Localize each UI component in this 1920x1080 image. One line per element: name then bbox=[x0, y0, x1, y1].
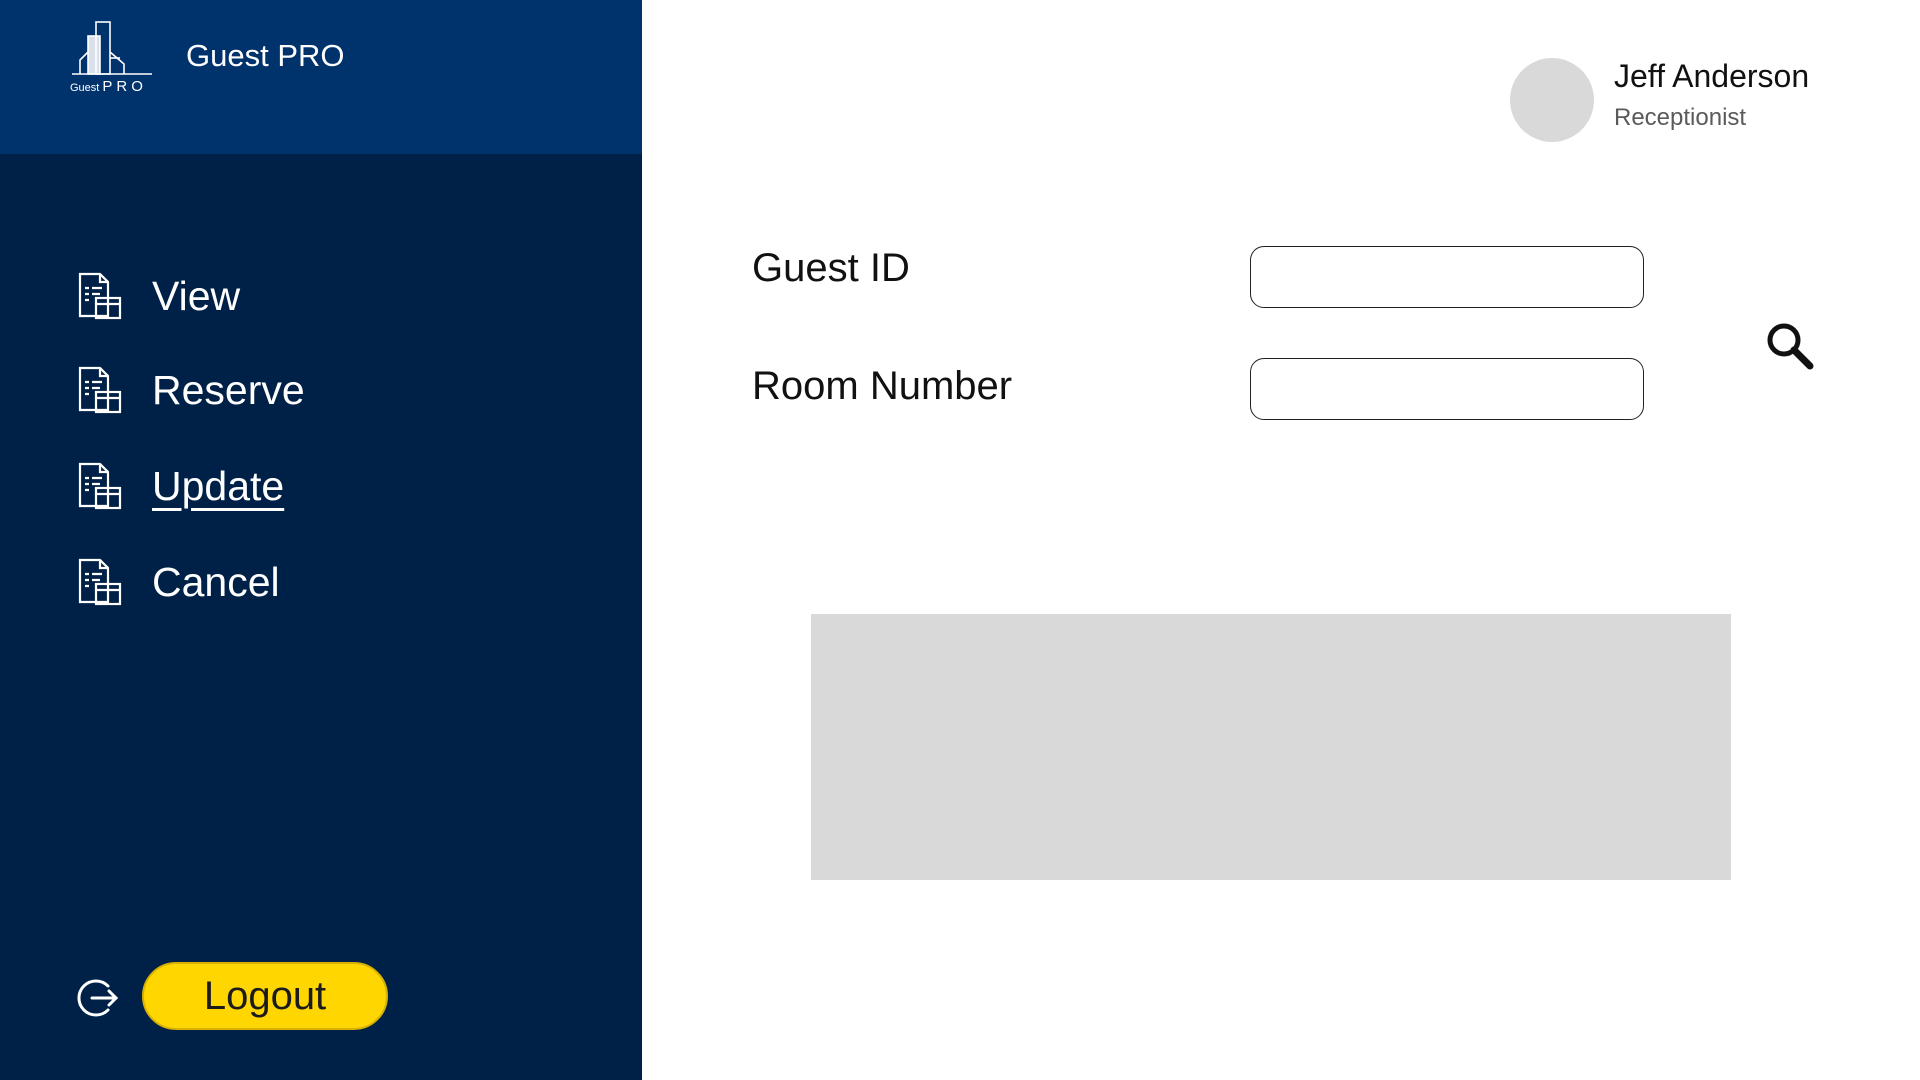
results-panel bbox=[811, 614, 1731, 880]
sidebar-item-label: Reserve bbox=[152, 366, 305, 413]
search-icon[interactable] bbox=[1762, 318, 1818, 374]
room-number-input[interactable] bbox=[1250, 358, 1644, 420]
document-calendar-icon bbox=[74, 270, 126, 322]
document-calendar-icon bbox=[74, 364, 126, 416]
sidebar-item-update[interactable]: Update bbox=[74, 458, 534, 514]
sidebar-item-label: Update bbox=[152, 462, 285, 509]
logo-wordmark: Guest PRO bbox=[70, 78, 147, 95]
sidebar-item-reserve[interactable]: Reserve bbox=[74, 362, 534, 418]
user-name: Jeff Anderson bbox=[1614, 58, 1810, 94]
document-calendar-icon bbox=[74, 556, 126, 608]
document-calendar-icon bbox=[74, 460, 126, 512]
sidebar-item-cancel[interactable]: Cancel bbox=[74, 554, 534, 610]
user-role: Receptionist bbox=[1614, 104, 1747, 131]
logout-icon[interactable] bbox=[76, 976, 120, 1020]
sidebar-item-label: View bbox=[152, 272, 241, 319]
guest-id-input[interactable] bbox=[1250, 246, 1644, 308]
guest-id-label: Guest ID bbox=[752, 246, 910, 290]
app-title: Guest PRO bbox=[186, 38, 345, 73]
sidebar-header: Guest PRO Guest PRO bbox=[0, 0, 642, 154]
room-number-label: Room Number bbox=[752, 364, 1013, 408]
logout-button[interactable]: Logout bbox=[142, 962, 388, 1030]
sidebar: Guest PRO Guest PRO View Reserve Update … bbox=[0, 0, 642, 1080]
avatar[interactable] bbox=[1510, 58, 1594, 142]
sidebar-item-label: Cancel bbox=[152, 558, 280, 605]
sidebar-item-view[interactable]: View bbox=[74, 268, 534, 324]
